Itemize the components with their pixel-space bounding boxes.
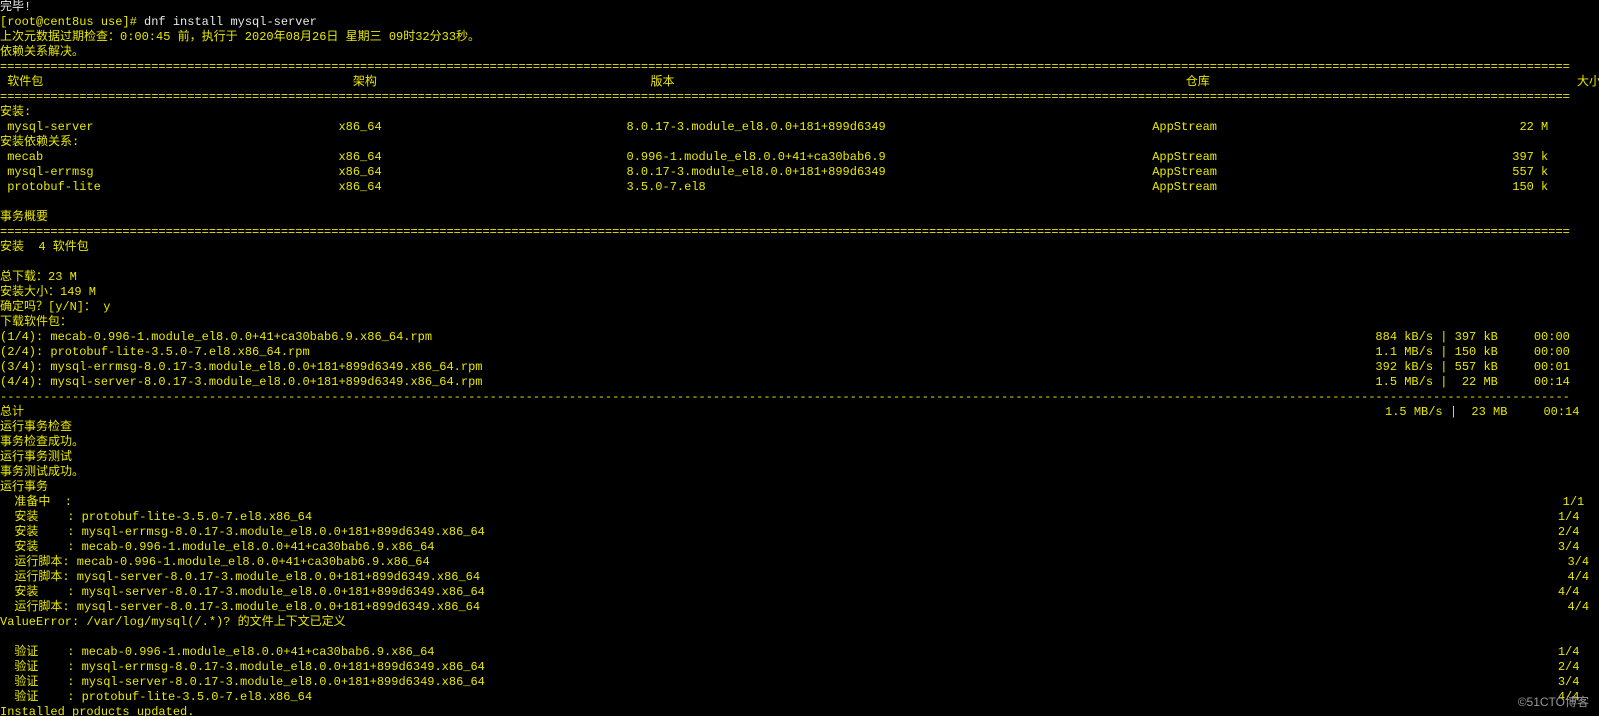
terminal-output[interactable]: 完毕! [root@cent8us use]# dnf install mysq… (0, 0, 1599, 716)
watermark: ©51CTO博客 (1518, 695, 1589, 710)
